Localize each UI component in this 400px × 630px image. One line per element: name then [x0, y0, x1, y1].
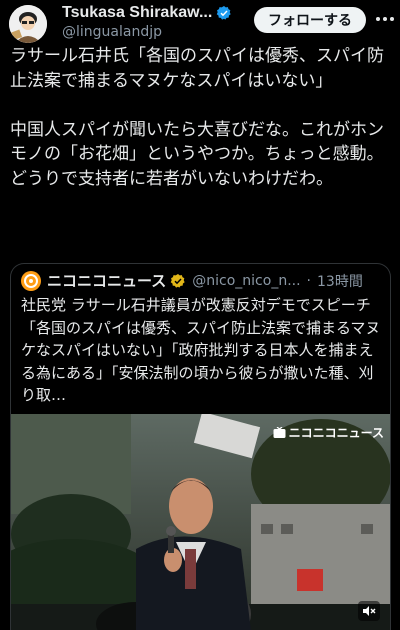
post-body: ラサール石井氏「各国のスパイは優秀、スパイ防止法案で捕まるマヌケなスパイはいない…: [10, 44, 394, 216]
video-watermark: ニコニコニュース: [273, 424, 384, 441]
video-frame: [11, 414, 390, 630]
quoted-separator: ·: [306, 272, 311, 289]
quoted-author-handle: @nico_nico_n...: [192, 272, 301, 289]
more-icon[interactable]: [373, 8, 397, 30]
quoted-author-name[interactable]: ニコニコニュース: [47, 270, 166, 291]
mute-button[interactable]: [358, 601, 380, 621]
author-handle: @lingualandjp: [62, 24, 162, 40]
verified-badge-icon: [217, 6, 231, 20]
mute-icon: [363, 606, 376, 616]
author-avatar[interactable]: [9, 5, 47, 43]
follow-button[interactable]: フォローする: [254, 7, 366, 33]
quoted-header: ニコニコニュース @nico_nico_n... · 13時間: [21, 270, 363, 291]
author-name[interactable]: Tsukasa Shirakaw...: [62, 4, 212, 22]
gold-verified-badge-icon: [170, 273, 185, 288]
quoted-timestamp: 13時間: [317, 273, 363, 290]
post-paragraph: ラサール石井氏「各国のスパイは優秀、スパイ防止法案で捕まるマヌケなスパイはいない…: [10, 46, 384, 91]
quoted-text: 社民党 ラサール石井議員が改憲反対デモでスピーチ「各国のスパイは優秀、スパイ防止…: [21, 296, 381, 404]
video-player[interactable]: ニコニコニュース: [11, 414, 390, 630]
watermark-text: ニコニコニュース: [288, 426, 384, 440]
post-paragraph: 中国人スパイが聞いたら大喜びだな。これがホンモノの「お花畑」というやつか。ちょっ…: [10, 119, 384, 189]
niconico-logo-icon: [21, 270, 41, 291]
post-header: Tsukasa Shirakaw... @lingualandjp フォローする: [0, 0, 400, 44]
tv-icon: [273, 426, 286, 438]
quoted-post[interactable]: ニコニコニュース @nico_nico_n... · 13時間 社民党 ラサール…: [10, 263, 391, 630]
